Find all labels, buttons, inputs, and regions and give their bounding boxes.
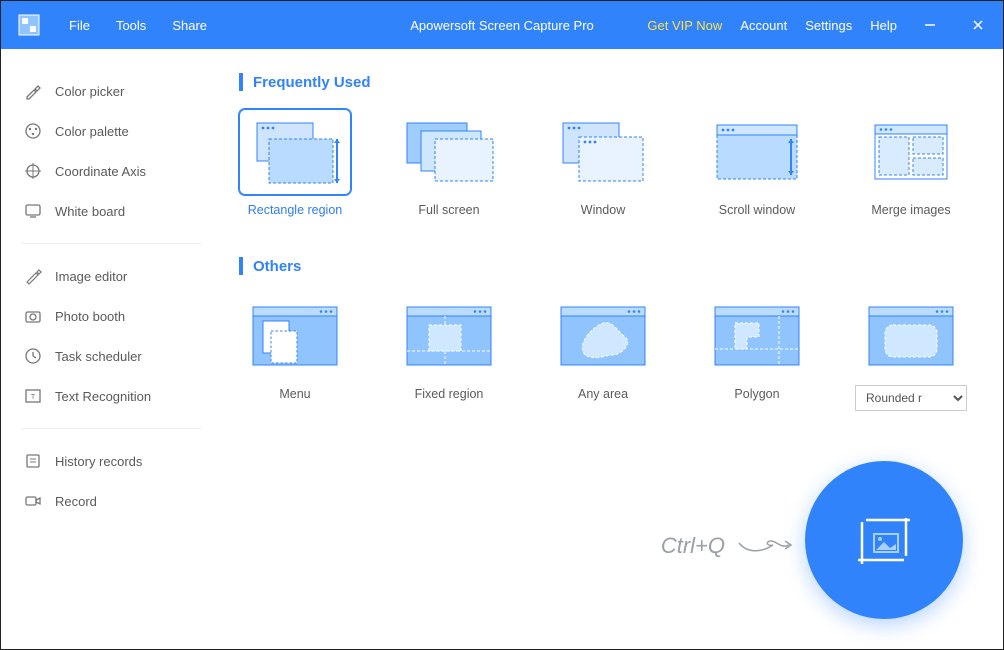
tile-full-screen[interactable]: Full screen [393, 109, 505, 217]
tile-any-area[interactable]: Any area [547, 293, 659, 411]
sidebar-item-label: Photo booth [55, 309, 125, 324]
tile-rounded-rectangle[interactable]: Rounded r [855, 293, 967, 411]
tile-label: Any area [547, 387, 659, 401]
sidebar-divider [21, 243, 201, 244]
menu-tools[interactable]: Tools [116, 18, 146, 33]
sidebar-item-label: Color palette [55, 124, 129, 139]
sidebar-item-white-board[interactable]: White board [15, 191, 207, 231]
svg-text:T: T [31, 394, 36, 401]
minimize-button[interactable] [915, 10, 945, 40]
tile-label: Full screen [393, 203, 505, 217]
clock-icon [23, 346, 43, 366]
main-pane: Frequently Used Rectangle region [221, 49, 1003, 649]
tile-merge-images[interactable]: Merge images [855, 109, 967, 217]
sidebar-item-task-scheduler[interactable]: Task scheduler [15, 336, 207, 376]
sidebar-item-coordinate-axis[interactable]: Coordinate Axis [15, 151, 207, 191]
tile-label: Scroll window [701, 203, 813, 217]
capture-button[interactable] [805, 461, 963, 619]
tile-label: Menu [239, 387, 351, 401]
crosshair-icon [23, 161, 43, 181]
ocr-icon: T [23, 386, 43, 406]
sidebar-item-label: Color picker [55, 84, 124, 99]
eyedropper-icon [23, 81, 43, 101]
tile-scroll-window[interactable]: Scroll window [701, 109, 813, 217]
sidebar-divider [21, 428, 201, 429]
help-link[interactable]: Help [870, 18, 897, 33]
account-link[interactable]: Account [740, 18, 787, 33]
tile-label: Window [547, 203, 659, 217]
close-button[interactable] [963, 10, 993, 40]
tile-label: Rectangle region [239, 203, 351, 217]
sidebar-item-label: Coordinate Axis [55, 164, 146, 179]
monitor-icon [23, 201, 43, 221]
tile-fixed-region[interactable]: Fixed region [393, 293, 505, 411]
get-vip-link[interactable]: Get VIP Now [647, 18, 722, 33]
sidebar-item-label: History records [55, 454, 142, 469]
sidebar-item-photo-booth[interactable]: Photo booth [15, 296, 207, 336]
section-others-title: Others [239, 257, 985, 275]
sidebar-item-text-recognition[interactable]: T Text Recognition [15, 376, 207, 416]
history-icon [23, 451, 43, 471]
others-grid: Menu Fixed region [239, 293, 985, 411]
tile-menu[interactable]: Menu [239, 293, 351, 411]
sidebar-item-color-palette[interactable]: Color palette [15, 111, 207, 151]
tile-window[interactable]: Window [547, 109, 659, 217]
app-logo [17, 13, 41, 37]
curved-arrow-icon [737, 535, 793, 557]
app-title: Apowersoft Screen Capture Pro [410, 18, 594, 33]
sidebar-item-color-picker[interactable]: Color picker [15, 71, 207, 111]
rounded-shape-select[interactable]: Rounded r [855, 385, 967, 411]
menu-share[interactable]: Share [172, 18, 207, 33]
tile-rectangle-region[interactable]: Rectangle region [239, 109, 351, 217]
sidebar-item-record[interactable]: Record [15, 481, 207, 521]
tile-label: Polygon [701, 387, 813, 401]
sidebar-item-history-records[interactable]: History records [15, 441, 207, 481]
sidebar: Color picker Color palette Coordinate Ax… [1, 49, 221, 649]
menu-file[interactable]: File [69, 18, 90, 33]
sidebar-item-label: Image editor [55, 269, 127, 284]
record-icon [23, 491, 43, 511]
sidebar-item-image-editor[interactable]: Image editor [15, 256, 207, 296]
titlebar: File Tools Share Apowersoft Screen Captu… [1, 1, 1003, 49]
frequently-used-grid: Rectangle region Full screen [239, 109, 985, 217]
section-frequently-used-title: Frequently Used [239, 73, 985, 91]
tile-polygon[interactable]: Polygon [701, 293, 813, 411]
sidebar-item-label: Text Recognition [55, 389, 151, 404]
sidebar-item-label: White board [55, 204, 125, 219]
menubar: File Tools Share [69, 18, 207, 33]
shortcut-hint: Ctrl+Q [661, 533, 793, 559]
sidebar-item-label: Record [55, 494, 97, 509]
settings-link[interactable]: Settings [805, 18, 852, 33]
camera-icon [23, 306, 43, 326]
sidebar-item-label: Task scheduler [55, 349, 142, 364]
palette-icon [23, 121, 43, 141]
tile-label: Merge images [855, 203, 967, 217]
pencil-icon [23, 266, 43, 286]
tile-label: Fixed region [393, 387, 505, 401]
